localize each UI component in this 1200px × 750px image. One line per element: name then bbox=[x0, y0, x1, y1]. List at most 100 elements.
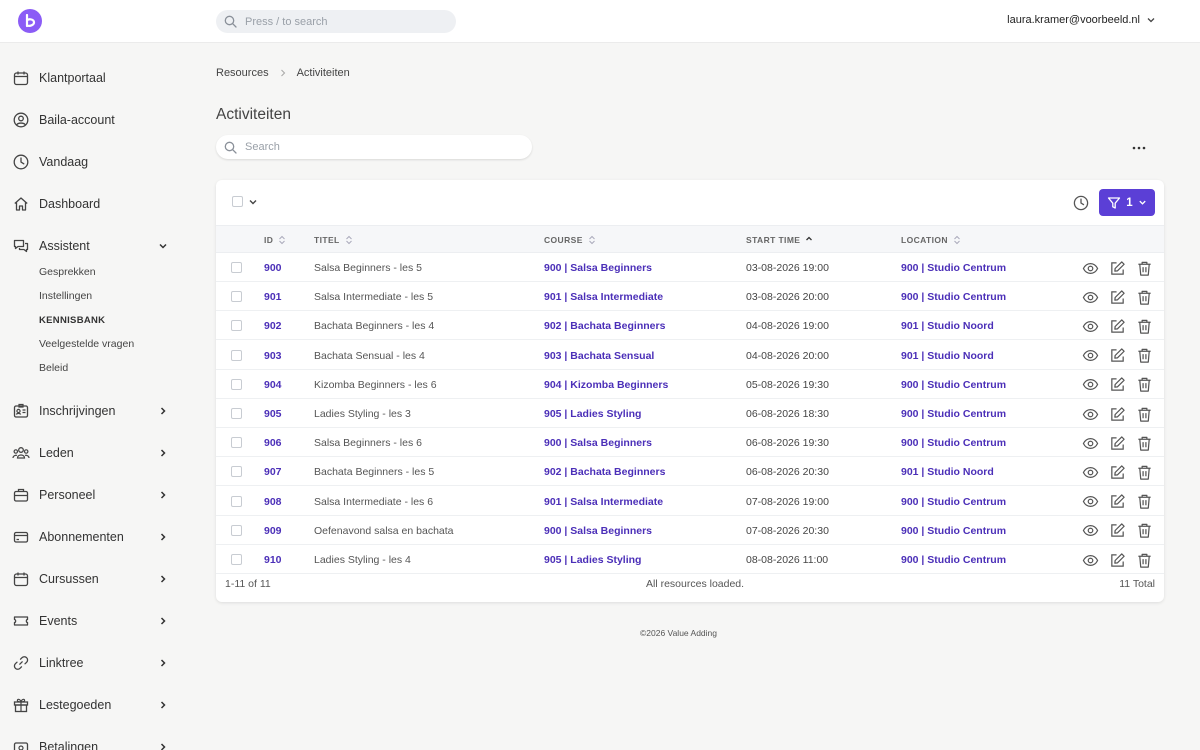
view-button[interactable] bbox=[1081, 317, 1099, 335]
table-row[interactable]: 902 Bachata Beginners - les 4 902 | Bach… bbox=[216, 311, 1164, 341]
row-id-link[interactable]: 901 bbox=[264, 291, 282, 303]
row-checkbox[interactable] bbox=[231, 408, 242, 419]
delete-button[interactable] bbox=[1135, 259, 1153, 277]
row-location-link[interactable]: 900 | Studio Centrum bbox=[901, 496, 1006, 508]
delete-button[interactable] bbox=[1135, 551, 1153, 569]
row-id-link[interactable]: 909 bbox=[264, 525, 282, 537]
sidebar-subitem-beleid[interactable]: Beleid bbox=[39, 362, 68, 374]
sidebar-subitem-veelgestelde-vragen[interactable]: Veelgestelde vragen bbox=[39, 338, 134, 350]
sidebar-item-abonnementen[interactable]: Abonnementen bbox=[12, 525, 168, 549]
view-button[interactable] bbox=[1081, 288, 1099, 306]
sidebar-item-betalingen[interactable]: Betalingen bbox=[12, 735, 168, 750]
row-location-link[interactable]: 900 | Studio Centrum bbox=[901, 262, 1006, 274]
global-search[interactable] bbox=[216, 10, 456, 33]
row-id-link[interactable]: 903 bbox=[264, 350, 282, 362]
sidebar-item-lestegoeden[interactable]: Lestegoeden bbox=[12, 693, 168, 717]
row-course-link[interactable]: 902 | Bachata Beginners bbox=[544, 466, 665, 478]
edit-button[interactable] bbox=[1108, 376, 1126, 394]
row-checkbox[interactable] bbox=[231, 378, 242, 390]
resource-search[interactable] bbox=[216, 135, 532, 159]
edit-button[interactable] bbox=[1108, 347, 1126, 365]
row-id-link[interactable]: 910 bbox=[264, 554, 282, 566]
row-location-link[interactable]: 900 | Studio Centrum bbox=[901, 408, 1006, 420]
breadcrumb-resources[interactable]: Resources bbox=[216, 67, 269, 79]
row-id-link[interactable]: 902 bbox=[264, 320, 282, 332]
sidebar-item-personeel[interactable]: Personeel bbox=[12, 483, 168, 507]
sidebar-item-events[interactable]: Events bbox=[12, 609, 168, 633]
column-header-location[interactable]: LOCATION bbox=[901, 235, 961, 245]
sidebar-item-leden[interactable]: Leden bbox=[12, 441, 168, 465]
delete-button[interactable] bbox=[1135, 493, 1153, 511]
row-course-link[interactable]: 901 | Salsa Intermediate bbox=[544, 496, 663, 508]
table-row[interactable]: 909 Oefenavond salsa en bachata 900 | Sa… bbox=[216, 516, 1164, 545]
filter-button[interactable]: 1 bbox=[1099, 189, 1155, 216]
delete-button[interactable] bbox=[1135, 376, 1153, 394]
row-id-link[interactable]: 904 bbox=[264, 379, 282, 391]
row-location-link[interactable]: 901 | Studio Noord bbox=[901, 350, 994, 362]
delete-button[interactable] bbox=[1135, 463, 1153, 481]
sidebar-subitem-kennisbank[interactable]: KENNISBANK bbox=[39, 315, 105, 326]
row-course-link[interactable]: 902 | Bachata Beginners bbox=[544, 320, 665, 332]
table-row[interactable]: 903 Bachata Sensual - les 4 903 | Bachat… bbox=[216, 341, 1164, 370]
sidebar-item-linktree[interactable]: Linktree bbox=[12, 651, 168, 675]
row-checkbox[interactable] bbox=[231, 466, 242, 478]
delete-button[interactable] bbox=[1135, 405, 1153, 423]
view-button[interactable] bbox=[1081, 405, 1099, 423]
view-button[interactable] bbox=[1081, 522, 1099, 540]
column-header-id[interactable]: ID bbox=[264, 235, 286, 245]
sidebar-item-klantportaal[interactable]: Klantportaal bbox=[12, 66, 168, 90]
sidebar-subitem-instellingen[interactable]: Instellingen bbox=[39, 290, 92, 302]
row-course-link[interactable]: 901 | Salsa Intermediate bbox=[544, 291, 663, 303]
row-checkbox[interactable] bbox=[231, 349, 242, 361]
row-course-link[interactable]: 900 | Salsa Beginners bbox=[544, 262, 652, 274]
view-button[interactable] bbox=[1081, 551, 1099, 569]
baila-logo[interactable] bbox=[18, 9, 42, 33]
edit-button[interactable] bbox=[1108, 288, 1126, 306]
row-location-link[interactable]: 900 | Studio Centrum bbox=[901, 525, 1006, 537]
user-menu[interactable]: laura.kramer@voorbeeld.nl bbox=[1007, 14, 1156, 26]
row-id-link[interactable]: 905 bbox=[264, 408, 282, 420]
row-id-link[interactable]: 908 bbox=[264, 496, 282, 508]
row-location-link[interactable]: 900 | Studio Centrum bbox=[901, 291, 1006, 303]
row-checkbox[interactable] bbox=[231, 495, 242, 507]
row-location-link[interactable]: 900 | Studio Centrum bbox=[901, 379, 1006, 391]
delete-button[interactable] bbox=[1135, 288, 1153, 306]
more-actions-button[interactable] bbox=[1130, 140, 1148, 156]
sidebar-item-dashboard[interactable]: Dashboard bbox=[12, 192, 168, 216]
row-location-link[interactable]: 901 | Studio Noord bbox=[901, 320, 994, 332]
delete-button[interactable] bbox=[1135, 434, 1153, 452]
table-row[interactable]: 907 Bachata Beginners - les 5 902 | Bach… bbox=[216, 457, 1164, 487]
table-row[interactable]: 900 Salsa Beginners - les 5 900 | Salsa … bbox=[216, 253, 1164, 282]
row-checkbox[interactable] bbox=[231, 524, 242, 536]
edit-button[interactable] bbox=[1108, 405, 1126, 423]
row-course-link[interactable]: 905 | Ladies Styling bbox=[544, 554, 641, 566]
edit-button[interactable] bbox=[1108, 551, 1126, 569]
edit-button[interactable] bbox=[1108, 522, 1126, 540]
row-location-link[interactable]: 900 | Studio Centrum bbox=[901, 437, 1006, 449]
delete-button[interactable] bbox=[1135, 317, 1153, 335]
sidebar-subitem-gesprekken[interactable]: Gesprekken bbox=[39, 266, 96, 278]
edit-button[interactable] bbox=[1108, 434, 1126, 452]
row-location-link[interactable]: 901 | Studio Noord bbox=[901, 466, 994, 478]
edit-button[interactable] bbox=[1108, 317, 1126, 335]
select-all-dropdown[interactable] bbox=[232, 196, 258, 207]
view-button[interactable] bbox=[1081, 463, 1099, 481]
row-course-link[interactable]: 904 | Kizomba Beginners bbox=[544, 379, 668, 391]
column-header-titel[interactable]: TITEL bbox=[314, 235, 353, 245]
sidebar-item-inschrijvingen[interactable]: Inschrijvingen bbox=[12, 399, 168, 423]
edit-button[interactable] bbox=[1108, 493, 1126, 511]
row-checkbox[interactable] bbox=[231, 291, 242, 303]
table-row[interactable]: 910 Ladies Styling - les 4 905 | Ladies … bbox=[216, 545, 1164, 574]
row-checkbox[interactable] bbox=[231, 262, 242, 273]
edit-button[interactable] bbox=[1108, 463, 1126, 481]
row-id-link[interactable]: 900 bbox=[264, 262, 282, 274]
row-course-link[interactable]: 905 | Ladies Styling bbox=[544, 408, 641, 420]
table-row[interactable]: 901 Salsa Intermediate - les 5 901 | Sal… bbox=[216, 282, 1164, 312]
table-row[interactable]: 906 Salsa Beginners - les 6 900 | Salsa … bbox=[216, 428, 1164, 458]
global-search-input[interactable] bbox=[245, 15, 445, 28]
row-id-link[interactable]: 907 bbox=[264, 466, 282, 478]
view-button[interactable] bbox=[1081, 493, 1099, 511]
sidebar-item-assistent[interactable]: Assistent bbox=[12, 234, 168, 258]
sidebar-item-baila-account[interactable]: Baila-account bbox=[12, 108, 168, 132]
row-checkbox[interactable] bbox=[231, 320, 242, 332]
